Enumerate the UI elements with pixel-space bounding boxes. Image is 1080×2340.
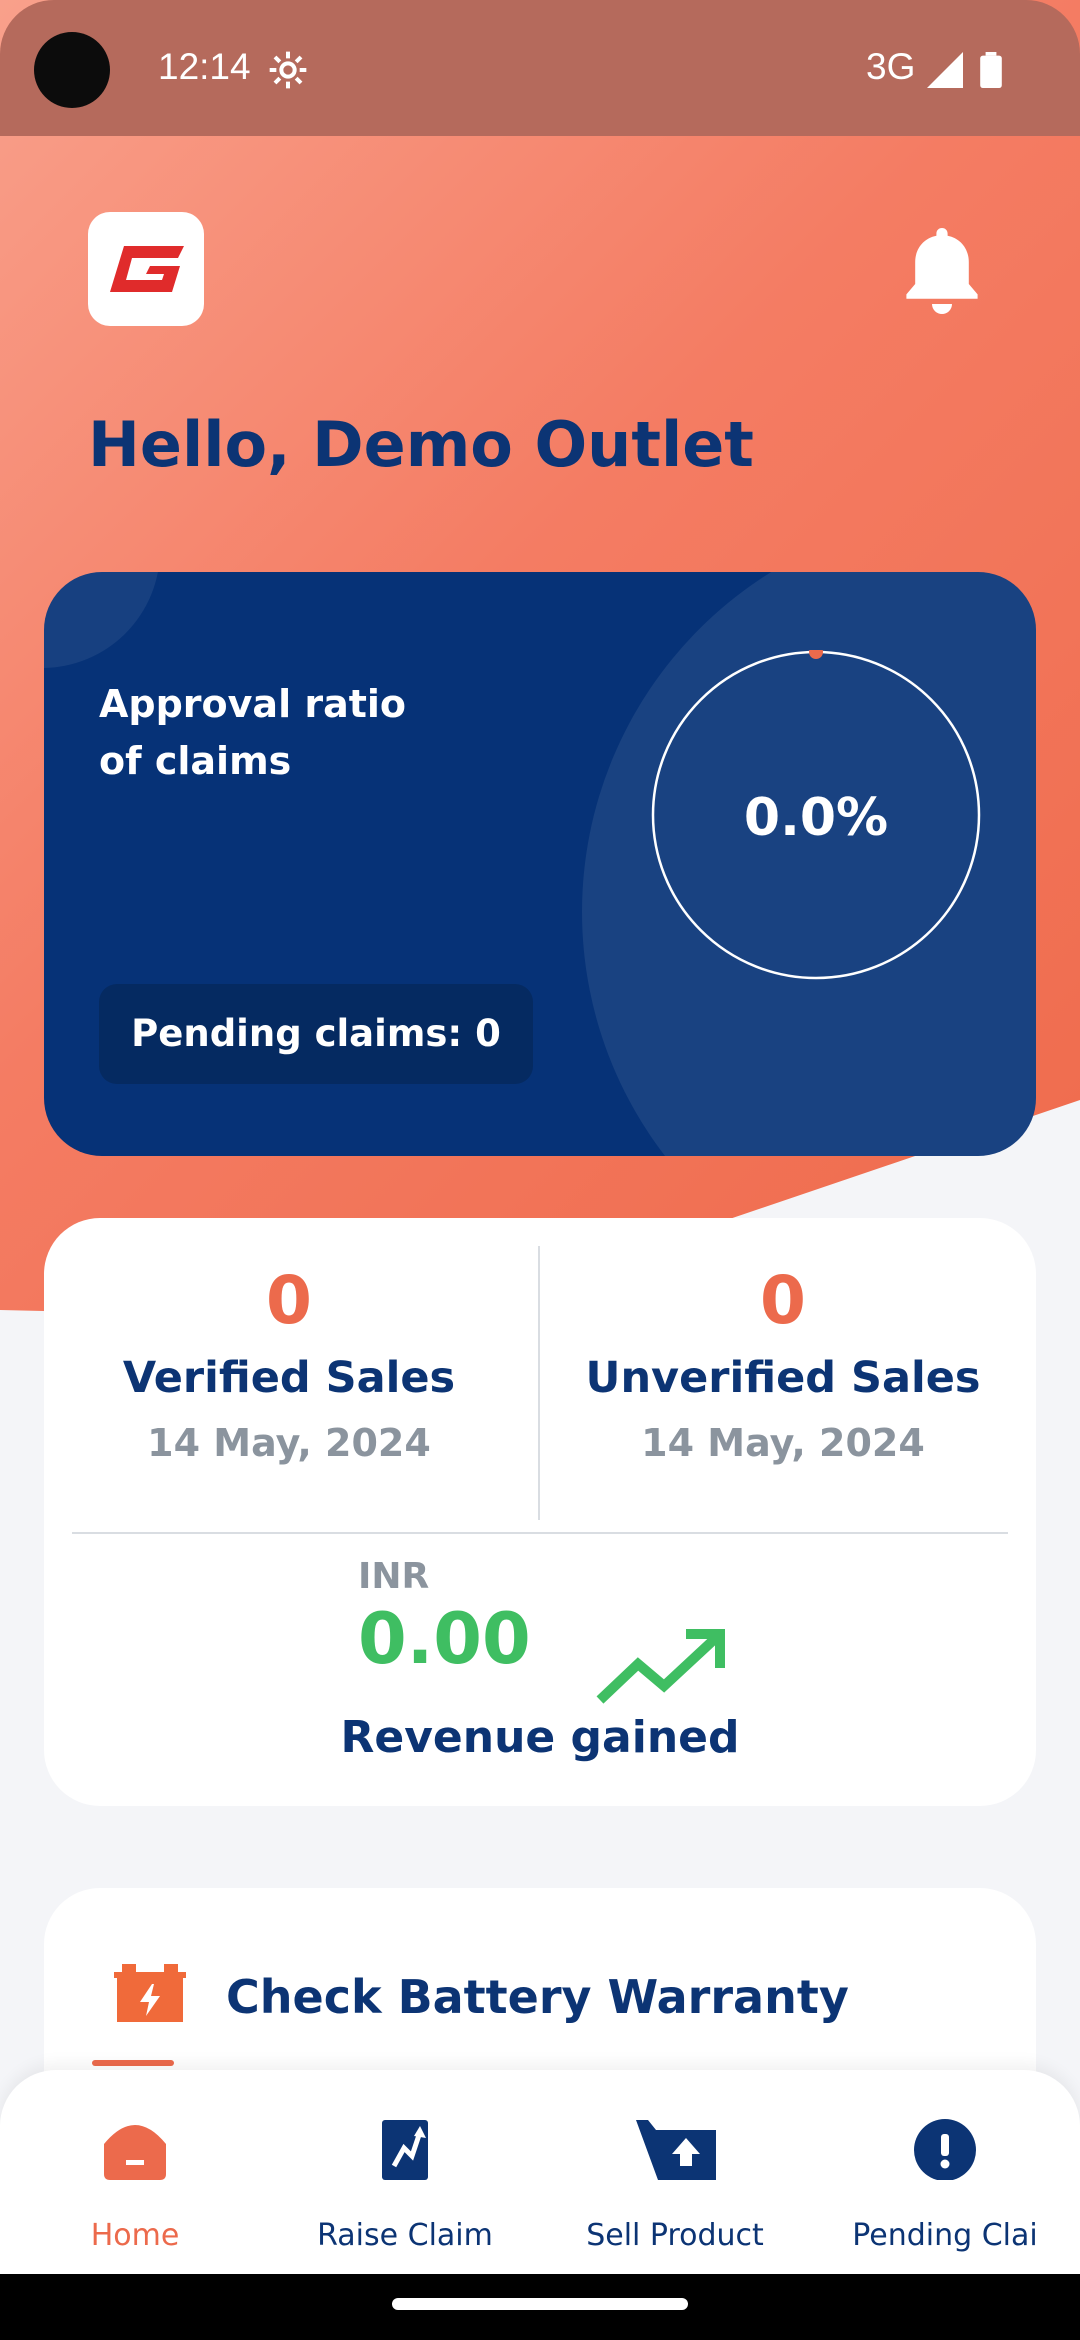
sales-stats-card: 0 Verified Sales 14 May, 2024 0 Unverifi… (44, 1218, 1036, 1806)
nav-raise-claim[interactable]: Raise Claim (270, 2100, 540, 2260)
unverified-sales-stat[interactable]: 0 Unverified Sales 14 May, 2024 (538, 1262, 1028, 1465)
network-type: 3G (866, 46, 916, 87)
verified-sales-stat[interactable]: 0 Verified Sales 14 May, 2024 (44, 1262, 534, 1465)
greeting-title: Hello, Demo Outlet (88, 408, 754, 481)
camera-cutout (34, 32, 110, 108)
battery-icon (114, 1964, 186, 2022)
nav-home-label: Home (90, 2218, 180, 2253)
raise-claim-icon (382, 2120, 428, 2180)
status-time: 12:14 (158, 46, 251, 87)
status-bar: 12:14 3G (0, 0, 1080, 136)
brand-logo[interactable] (88, 212, 204, 326)
revenue-label: Revenue gained (340, 1712, 740, 1763)
unverified-sales-label: Unverified Sales (585, 1353, 981, 1403)
nav-sell-product[interactable]: Sell Product (540, 2100, 810, 2260)
sell-product-icon (636, 2120, 716, 2180)
nav-raise-claim-label: Raise Claim (317, 2218, 493, 2253)
divider (72, 1532, 1008, 1534)
unverified-sales-date: 14 May, 2024 (641, 1421, 925, 1465)
verified-sales-count: 0 (266, 1262, 312, 1339)
pending-claims-badge[interactable]: Pending claims: 0 (99, 984, 533, 1084)
approval-ratio-card[interactable]: Approval ratio of claims 0.0% Pending cl… (44, 572, 1036, 1156)
approval-ratio-value: 0.0% (743, 788, 889, 848)
home-gesture-handle[interactable] (392, 2298, 688, 2310)
alert-icon (914, 2119, 976, 2180)
currency-label: INR (358, 1556, 430, 1597)
revenue-amount: 0.00 (358, 1598, 531, 1680)
verified-sales-label: Verified Sales (122, 1353, 456, 1403)
decorative-circle (44, 572, 160, 668)
home-icon (104, 2125, 166, 2180)
signal-icon (927, 52, 963, 88)
verified-sales-date: 14 May, 2024 (147, 1421, 431, 1465)
approval-title: Approval ratio of claims (99, 682, 407, 783)
pending-claims-label: Pending claims: 0 (131, 1012, 501, 1055)
logo-icon (110, 246, 184, 292)
unverified-sales-count: 0 (760, 1262, 806, 1339)
home-screen: 12:14 3G Hello, Demo Outlet Approval rat… (0, 0, 1080, 2340)
battery-icon (980, 52, 1002, 88)
trending-up-icon (596, 1629, 725, 1704)
nav-sell-product-label: Sell Product (586, 2218, 764, 2253)
bottom-navigation: Home Raise Claim Sell Product Pending Cl… (0, 2070, 1080, 2274)
nav-home[interactable]: Home (0, 2100, 270, 2260)
nav-pending-claims[interactable]: Pending Clai (810, 2100, 1080, 2260)
active-underline (92, 2060, 174, 2066)
ratio-progress-dot (809, 650, 823, 659)
nav-pending-claims-label: Pending Clai (852, 2218, 1038, 2253)
settings-gear-icon (269, 51, 307, 89)
notification-bell-icon[interactable] (902, 224, 982, 316)
warranty-title: Check Battery Warranty (226, 1970, 849, 2024)
